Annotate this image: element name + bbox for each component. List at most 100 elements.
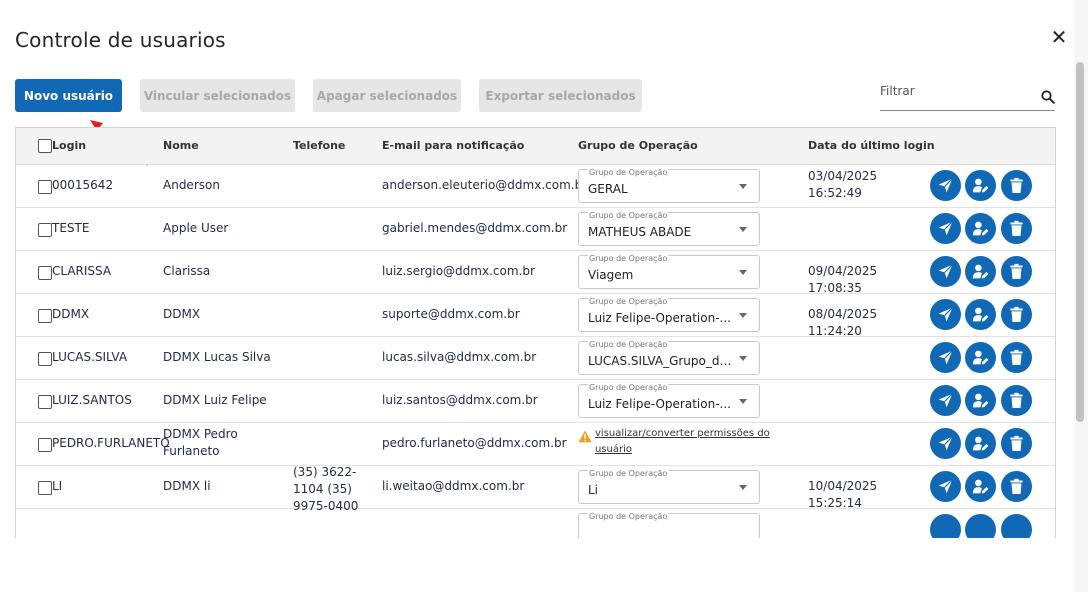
cell-email: luiz.santos@ddmx.com.br [382,393,538,407]
column-name[interactable]: Nome [163,139,199,152]
filter-input[interactable]: Filtrar [880,80,1055,111]
chevron-down-icon[interactable] [739,313,747,318]
edit-user-button[interactable] [965,299,996,330]
close-icon[interactable]: ✕ [1049,26,1069,48]
cell-name: DDMX Pedro Furlaneto [163,427,238,458]
column-email[interactable]: E-mail para notificação [382,139,524,152]
user-edit-icon [972,393,989,408]
delete-user-button[interactable] [1001,256,1032,287]
user-edit-icon [972,178,989,193]
export-selected-button[interactable]: Exportar selecionados [479,79,642,112]
operation-group-select[interactable]: Grupo de Operação Luiz Felipe-Operation-.… [578,383,760,418]
delete-user-button[interactable] [1001,213,1032,244]
cell-last-login: 08/04/2025 11:24:20 [808,307,878,338]
scrollbar-thumb[interactable] [1076,62,1084,422]
user-edit-icon [972,436,989,451]
edit-user-button[interactable] [965,471,996,502]
edit-user-button[interactable] [965,342,996,373]
delete-selected-button[interactable]: Apagar selecionados [313,79,461,112]
edit-user-button[interactable] [965,385,996,416]
send-button[interactable] [930,299,961,330]
edit-user-button[interactable] [965,170,996,201]
send-button[interactable] [930,213,961,244]
chevron-down-icon[interactable] [739,270,747,275]
operation-group-label: Grupo de Operação [588,254,669,264]
table-row: PEDRO.FURLANETO DDMX Pedro Furlaneto pedro… [16,422,1055,466]
operation-group-select[interactable]: Grupo de Operação [578,512,760,538]
cell-login: PEDRO.FURLANETO [52,436,170,450]
edit-user-button[interactable] [965,256,996,287]
operation-group-label: Grupo de Operação [588,469,669,479]
cell-login: LUCAS.SILVA [52,350,128,364]
table-row: 00015642 Anderson anderson.eleuterio@ddmx.… [16,164,1055,208]
chevron-down-icon[interactable] [739,356,747,361]
cell-login: LI [52,479,63,493]
table-row: LUCAS.SILVA DDMX Lucas Silva lucas.silva@d… [16,336,1055,380]
convert-permissions-link[interactable]: visualizar/converter permissões do usuár… [595,426,785,458]
row-checkbox[interactable] [38,395,52,409]
send-button[interactable] [930,471,961,502]
cell-email: li.weitao@ddmx.com.br [382,479,525,493]
delete-user-button[interactable] [1001,299,1032,330]
cell-email: gabriel.mendes@ddmx.com.br [382,221,568,235]
link-selected-button[interactable]: Vincular selecionados [140,79,295,112]
delete-user-button[interactable] [1001,471,1032,502]
operation-group-select[interactable]: Grupo de Operação Luiz Felipe-Operation-.… [578,297,760,332]
row-checkbox[interactable] [38,438,52,452]
table-row: TESTE Apple User gabriel.mendes@ddmx.com.b… [16,207,1055,251]
user-edit-icon [972,264,989,279]
operation-group-select[interactable]: Grupo de Operação Viagem [578,254,760,289]
row-checkbox[interactable] [38,266,52,280]
operation-group-select[interactable]: Grupo de Operação GERAL [578,168,760,203]
send-button[interactable] [930,385,961,416]
operation-group-value: Li [588,483,599,497]
send-button[interactable] [930,428,961,459]
new-user-button[interactable]: Novo usuário [15,79,122,112]
search-icon[interactable] [1041,90,1055,104]
edit-user-button[interactable] [965,428,996,459]
chevron-down-icon[interactable] [739,227,747,232]
cell-name: Apple User [163,221,229,235]
delete-user-button[interactable] [1001,514,1032,538]
row-checkbox[interactable] [38,180,52,194]
send-icon [938,436,953,451]
column-last-login[interactable]: Data do último login [808,139,935,152]
chevron-down-icon[interactable] [739,485,747,490]
chevron-down-icon[interactable] [739,184,747,189]
cell-email: luiz.sergio@ddmx.com.br [382,264,535,278]
chevron-down-icon[interactable] [739,399,747,404]
row-checkbox[interactable] [38,223,52,237]
user-edit-icon [972,350,989,365]
row-checkbox[interactable] [38,352,52,366]
cell-last-login: 10/04/2025 15:25:14 [808,479,878,510]
edit-user-button[interactable] [965,213,996,244]
send-button[interactable] [930,170,961,201]
column-phone[interactable]: Telefone [293,139,345,152]
operation-group-select[interactable]: Grupo de Operação LUCAS.SILVA_Grupo_de_..… [578,340,760,375]
send-button[interactable] [930,342,961,373]
users-table: Login Nome Telefone E-mail para notifica… [15,127,1056,538]
operation-group-select[interactable]: Grupo de Operação Li [578,469,760,504]
delete-user-button[interactable] [1001,170,1032,201]
operation-group-select[interactable]: Grupo de Operação MATHEUS ABADE [578,211,760,246]
column-group[interactable]: Grupo de Operação [578,139,698,152]
cell-email: lucas.silva@ddmx.com.br [382,350,537,364]
table-row: LI DDMX li (35) 3622-1104 (35) 9975-0400 li… [16,465,1055,513]
cell-login: CLARISSA [52,264,112,278]
delete-user-button[interactable] [1001,428,1032,459]
cell-last-login: 03/04/2025 16:52:49 [808,169,878,200]
send-button[interactable] [930,256,961,287]
select-all-checkbox[interactable] [38,139,52,153]
edit-user-button[interactable] [965,514,996,538]
send-icon [938,479,953,494]
operation-group-label: Grupo de Operação [588,211,669,221]
delete-user-button[interactable] [1001,385,1032,416]
cell-name: DDMX Lucas Silva [163,350,271,364]
row-checkbox[interactable] [38,481,52,495]
operation-group-value: GERAL [588,182,628,196]
column-login[interactable]: Login [52,139,86,152]
send-button[interactable] [930,514,961,538]
user-edit-icon [972,479,989,494]
delete-user-button[interactable] [1001,342,1032,373]
row-checkbox[interactable] [38,309,52,323]
